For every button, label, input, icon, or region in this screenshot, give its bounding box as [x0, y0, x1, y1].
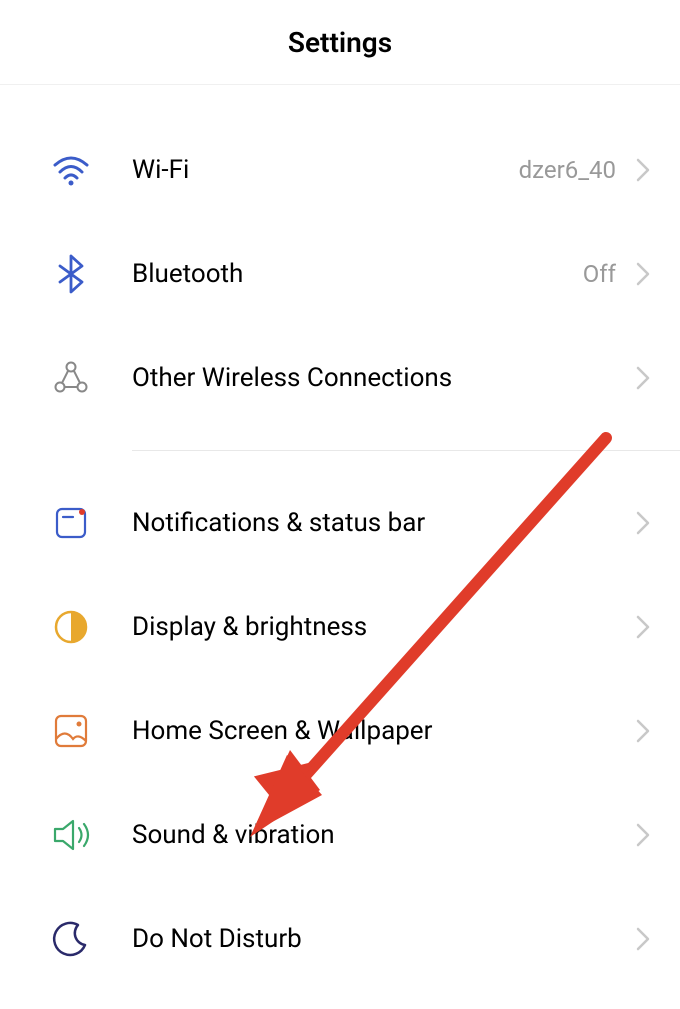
chevron-right-icon — [634, 509, 652, 537]
bluetooth-icon — [50, 253, 92, 295]
chevron-right-icon — [634, 717, 652, 745]
settings-item-label: Other Wireless Connections — [132, 363, 634, 393]
settings-item-label: Display & brightness — [132, 612, 634, 642]
settings-item-other-wireless[interactable]: Other Wireless Connections — [0, 326, 680, 430]
group-divider — [132, 450, 680, 451]
settings-item-label: Sound & vibration — [132, 820, 634, 850]
notifications-icon — [50, 502, 92, 544]
settings-item-notifications[interactable]: Notifications & status bar — [0, 471, 680, 575]
settings-item-sound[interactable]: Sound & vibration — [0, 783, 680, 887]
home-screen-icon — [50, 710, 92, 752]
chevron-right-icon — [634, 821, 652, 849]
settings-item-bluetooth[interactable]: Bluetooth Off — [0, 222, 680, 326]
chevron-right-icon — [634, 925, 652, 953]
settings-item-home-screen[interactable]: Home Screen & Wallpaper — [0, 679, 680, 783]
settings-content: Wi-Fi dzer6_40 Bluetooth Off — [0, 85, 680, 991]
settings-item-display[interactable]: Display & brightness — [0, 575, 680, 679]
settings-item-value: dzer6_40 — [519, 156, 616, 184]
settings-item-label: Home Screen & Wallpaper — [132, 716, 634, 746]
settings-item-value: Off — [583, 260, 616, 288]
dnd-icon — [50, 918, 92, 960]
wireless-connections-icon — [50, 357, 92, 399]
header: Settings — [0, 0, 680, 85]
settings-item-label: Notifications & status bar — [132, 508, 634, 538]
sound-icon — [50, 814, 92, 856]
chevron-right-icon — [634, 613, 652, 641]
settings-item-label: Do Not Disturb — [132, 924, 634, 954]
display-icon — [50, 606, 92, 648]
chevron-right-icon — [634, 364, 652, 392]
wifi-icon — [50, 149, 92, 191]
settings-item-do-not-disturb[interactable]: Do Not Disturb — [0, 887, 680, 991]
settings-item-wifi[interactable]: Wi-Fi dzer6_40 — [0, 118, 680, 222]
settings-item-label: Wi-Fi — [132, 155, 519, 185]
chevron-right-icon — [634, 156, 652, 184]
page-title: Settings — [288, 26, 392, 59]
settings-item-label: Bluetooth — [132, 259, 583, 289]
chevron-right-icon — [634, 260, 652, 288]
